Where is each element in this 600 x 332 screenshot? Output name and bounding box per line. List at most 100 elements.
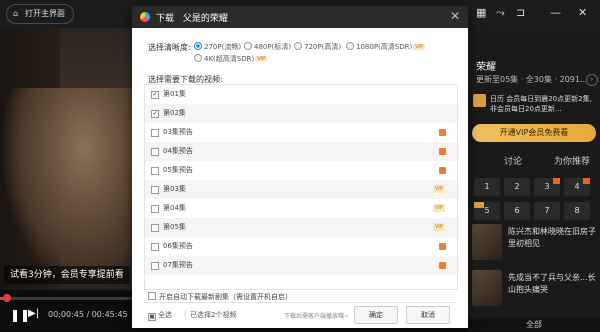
open-main-button[interactable]: ⌂ 打开主界面 [6,4,74,24]
episode-row[interactable]: ✓ 第01集 [145,85,457,104]
preview-badge [553,178,560,184]
divider [144,302,456,303]
checkbox-icon[interactable] [151,262,159,270]
close-icon[interactable]: ✕ [450,9,460,23]
quality-option-480p[interactable]: 480P(标清) [244,42,291,52]
update-schedule: 日历 会员每日到晨20点更新2集, 非会员每日20点更新... [490,95,592,113]
auto-download-label: 开启自动下载最新剧集（需设置开机自启） [159,293,292,301]
episode-cell[interactable]: 3 [534,178,560,196]
checkbox-icon[interactable] [151,186,159,194]
pip-icon[interactable]: ⊐ [516,6,525,19]
episode-row[interactable]: ✓ 第02集 [145,104,457,123]
episode-cell[interactable]: 1 [474,178,500,196]
quality-option-1080p[interactable]: 1080P(高清SDR) VIP [346,42,426,52]
select-all-option[interactable]: ■ 全选 [148,310,172,321]
cancel-button[interactable]: 取消 [406,306,450,324]
episode-cell[interactable]: 5 [474,202,500,220]
preview-tag-icon [439,148,446,155]
recommend-thumbnail [472,224,502,260]
recommend-item[interactable]: 陈兴杰和林晓晓在旧房子里初相见 [472,224,600,262]
preview-badge [583,178,590,184]
home-icon: ⌂ [13,9,19,18]
checkbox-icon[interactable]: ✓ [151,110,159,118]
vip-tag: VIP [433,223,445,231]
radio-icon [244,42,252,50]
checkbox-icon[interactable]: ✓ [151,91,159,99]
timecode: 00:00:45 / 00:45:45 [48,310,128,319]
video-figure [0,88,140,288]
recommend-title: 陈兴杰和林晓晓在旧房子里初相见 [508,227,596,248]
show-title: 荣耀 [476,62,496,73]
quality-option-4k[interactable]: 4K(超高清SDR) VIP [194,54,268,64]
checkbox-icon[interactable]: ■ [148,313,156,321]
open-vip-button[interactable]: 开通VIP会员免费看 [472,124,596,142]
grid-icon[interactable]: ▦ [476,6,486,19]
preview-tag-icon [439,243,446,250]
recommend-title: 先成当不了兵与父亲...长山抱头痛哭 [508,273,596,294]
checkbox-icon[interactable] [151,243,159,251]
episode-cell[interactable]: 4 [564,178,590,196]
share-icon[interactable]: ⤳ [496,6,505,20]
close-icon[interactable]: ✕ [578,6,587,19]
tab-recommend[interactable]: 为你推荐 [554,154,590,167]
side-panel: 荣耀 更新至05集 · 全30集 · 2091... › 日历 会员每日到晨20… [468,28,600,332]
episode-row[interactable]: 03集预告 [145,123,457,142]
selected-count: 已选择2个视频 [190,311,237,319]
radio-icon [194,54,202,62]
progress-knob[interactable] [3,294,11,302]
checkbox-icon[interactable] [151,167,159,175]
preview-tag-icon [439,129,446,136]
playback-hint: 下载后需客户端播放哦~ [284,313,350,320]
chevron-right-icon[interactable]: › [586,74,598,86]
recommend-thumbnail [472,270,502,306]
quality-option-720p[interactable]: 720P(高清) [294,42,341,52]
checkbox-icon[interactable] [151,129,159,137]
episode-row[interactable]: 第04集 VIP [145,199,457,218]
recommend-item[interactable]: 先成当不了兵与父亲...长山抱头痛哭 [472,270,600,308]
preview-tag-icon [439,262,446,269]
open-main-label: 打开主界面 [25,9,65,18]
quality-label: 选择清晰度: [148,43,191,52]
episode-list: ✓ 第01集 ✓ 第02集 03集预告 04集预告 05集预告 第03集 VIP 第0… [144,84,458,290]
confirm-button[interactable]: 确定 [354,306,398,324]
episode-cell[interactable]: 6 [504,202,530,220]
episode-row[interactable]: 05集预告 [145,161,457,180]
show-meta: 更新至05集 · 全30集 · 2091... › [476,74,598,86]
quality-option-270p[interactable]: 270P(流畅) [194,42,241,52]
dialog-title-prefix: 下载 [156,14,175,24]
show-all-button[interactable]: 全部 [468,318,600,332]
tab-discussion[interactable]: 讨论 [504,154,522,167]
dialog-title-show: 父是的荣耀 [182,14,228,24]
footer-separator: | [184,310,187,318]
vip-badge [474,202,484,208]
episode-row[interactable]: 06集预告 [145,237,457,256]
dialog-title: 下载 父是的荣耀 [156,11,228,24]
episode-row[interactable]: 第05集 VIP [145,218,457,237]
episode-row[interactable]: 07集预告 [145,256,457,275]
episode-row[interactable]: 04集预告 [145,142,457,161]
vip-tag: VIP [413,44,426,50]
checkbox-icon[interactable] [151,224,159,232]
trial-caption: 试看3分钟，会员专享提前看 [4,266,130,284]
calendar-icon [473,94,486,107]
next-icon[interactable]: ▶| [28,308,39,319]
preview-tag-icon [439,167,446,174]
checkbox-icon[interactable] [148,292,156,300]
app-logo-icon [140,12,150,22]
select-all-label: 全选 [158,311,172,319]
checkbox-icon[interactable] [151,148,159,156]
auto-download-option[interactable]: 开启自动下载最新剧集（需设置开机自启） [148,292,292,302]
episode-cell[interactable]: 8 [564,202,590,220]
episode-cell[interactable]: 7 [534,202,560,220]
checkbox-icon[interactable] [151,205,159,213]
show-meta-text: 更新至05集 · 全30集 · 2091... [476,75,588,84]
radio-icon [194,42,202,50]
vip-tag: VIP [433,185,445,193]
vip-tag: VIP [433,204,445,212]
minimize-icon[interactable]: — [550,6,561,19]
radio-icon [294,42,302,50]
episode-row[interactable]: 第03集 VIP [145,180,457,199]
episode-cell[interactable]: 2 [504,178,530,196]
download-dialog: 下载 父是的荣耀 ✕ 选择清晰度: 270P(流畅) 480P(标清) 720P… [132,6,468,328]
vip-tag: VIP [255,56,268,62]
